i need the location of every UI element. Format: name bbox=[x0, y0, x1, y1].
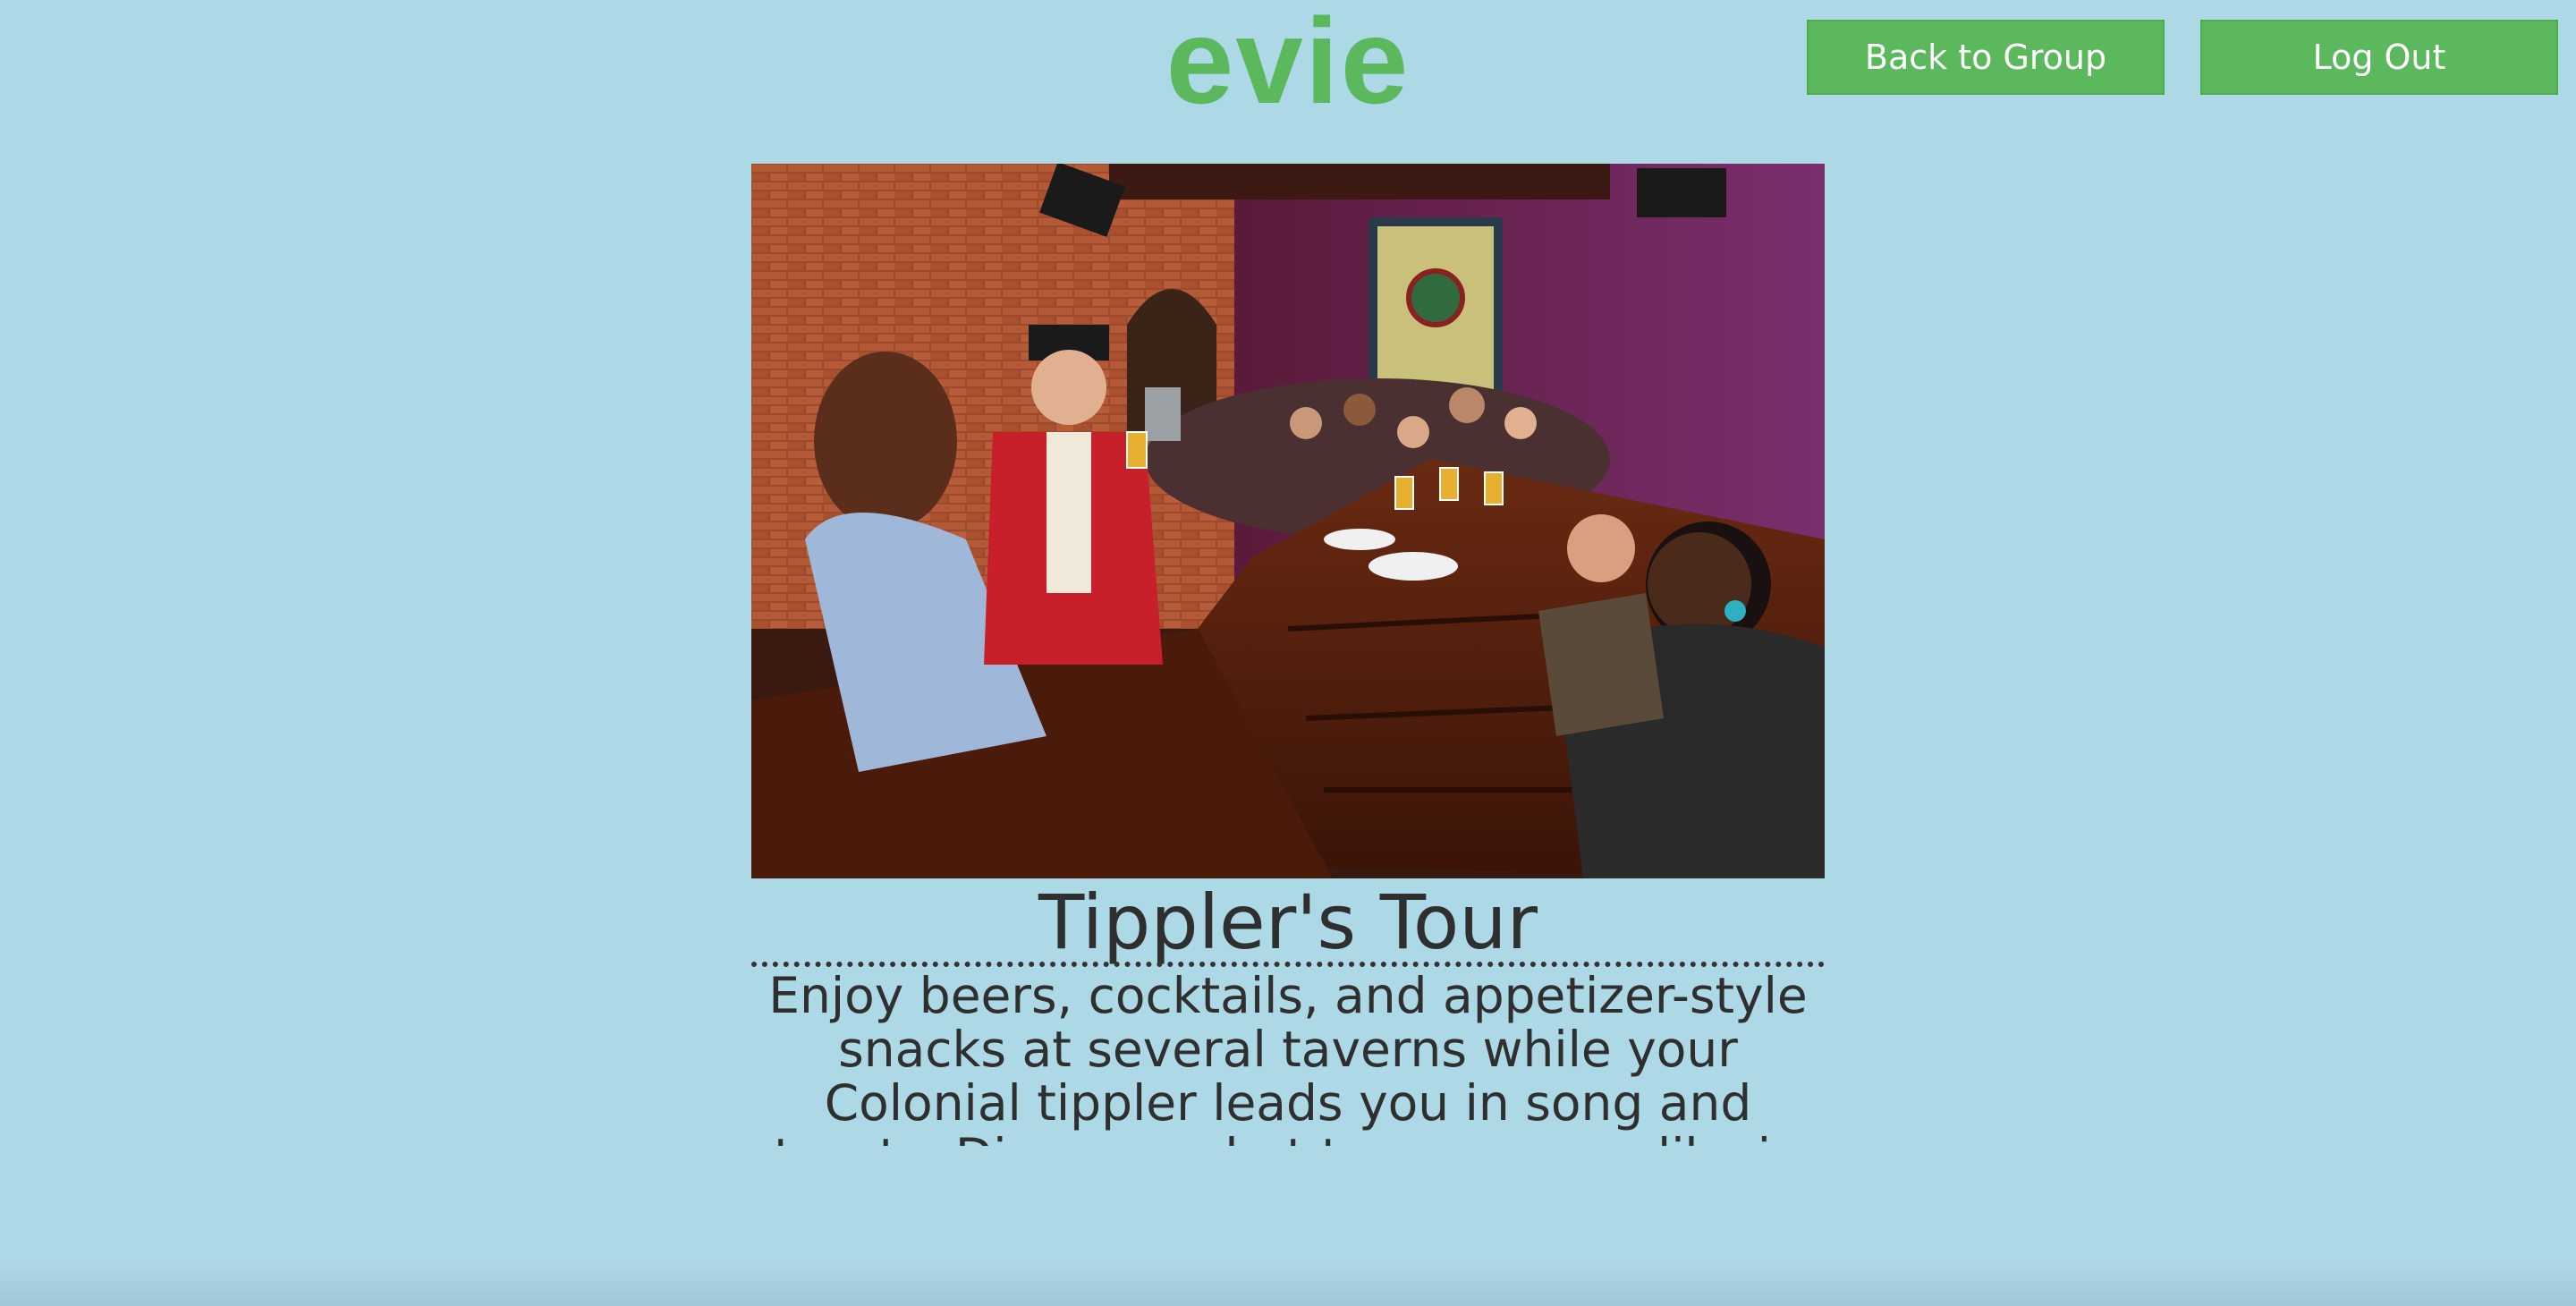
event-description: Enjoy beers, cocktails, and appetizer-st… bbox=[768, 969, 1808, 1146]
event-title: Tippler's Tour bbox=[1038, 878, 1538, 966]
bottom-shadow bbox=[0, 1261, 2576, 1306]
log-out-button[interactable]: Log Out bbox=[2200, 20, 2558, 95]
back-to-group-button[interactable]: Back to Group bbox=[1807, 20, 2165, 95]
logo[interactable]: evie bbox=[1154, 0, 1422, 122]
title-divider bbox=[751, 962, 1825, 967]
event-image bbox=[751, 164, 1825, 878]
page: evie Back to Group Log Out Tippler's Tou… bbox=[0, 0, 2576, 1306]
tavern-photo-illustration bbox=[751, 164, 1825, 878]
